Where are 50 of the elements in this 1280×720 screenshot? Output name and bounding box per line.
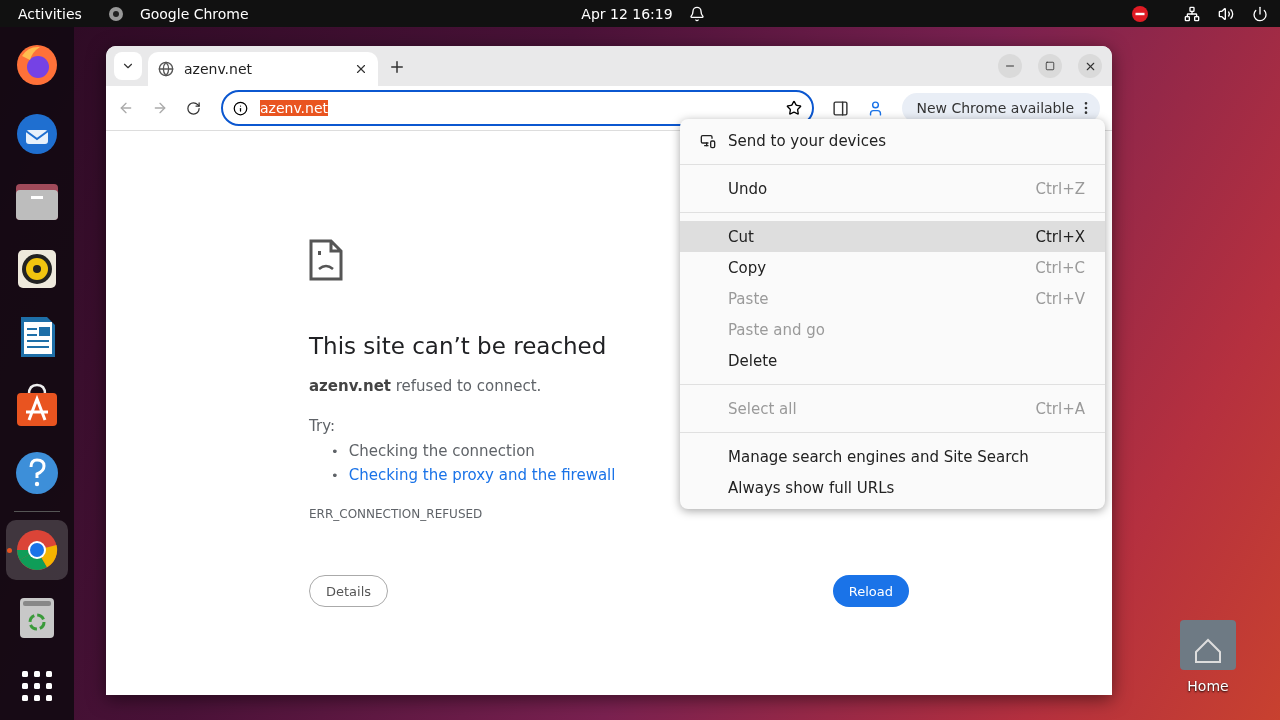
app-grid-icon xyxy=(20,669,54,703)
menu-item[interactable]: Manage search engines and Site Search xyxy=(680,441,1105,472)
devices-icon xyxy=(700,132,716,149)
info-icon xyxy=(233,100,248,116)
error-heading: This site can’t be reached xyxy=(309,333,607,359)
blocked-icon xyxy=(1132,5,1148,22)
globe-icon xyxy=(158,61,174,77)
menu-item[interactable]: Send to your devices xyxy=(680,125,1105,156)
network-icon xyxy=(1184,5,1200,22)
chrome-icon xyxy=(107,5,124,22)
side-panel-button[interactable] xyxy=(832,99,850,117)
maximize-icon xyxy=(1045,61,1055,71)
dock-item[interactable] xyxy=(6,520,68,580)
suggestion-link[interactable]: Checking the proxy and the firewall xyxy=(348,465,616,485)
error-code: ERR_CONNECTION_REFUSED xyxy=(309,507,483,521)
maximize-button[interactable] xyxy=(1038,54,1062,78)
power-icon xyxy=(1252,5,1268,22)
shopping-bag-icon xyxy=(14,382,60,428)
activities-button[interactable]: Activities xyxy=(18,5,82,22)
bell-icon xyxy=(688,5,705,22)
volume-icon xyxy=(1218,5,1234,22)
app-menu[interactable]: Google Chrome xyxy=(139,5,249,22)
menu-item[interactable]: Delete xyxy=(680,345,1105,376)
error-message: azenv.net refused to connect. xyxy=(309,377,542,395)
close-button[interactable] xyxy=(1078,54,1102,78)
chrome-icon xyxy=(14,527,60,573)
menu-item[interactable]: Copy Ctrl+C xyxy=(680,252,1105,283)
reload-button[interactable] xyxy=(186,100,201,116)
bullet: • xyxy=(331,467,339,483)
bullet: • xyxy=(331,443,339,459)
clock[interactable]: Apr 12 16:19 xyxy=(581,5,673,22)
sad-page-icon xyxy=(309,239,343,281)
address-text: azenv.net xyxy=(260,100,329,116)
home-label[interactable]: Home xyxy=(1187,678,1229,694)
help-icon xyxy=(14,450,60,496)
reload-page-button[interactable]: Reload xyxy=(832,575,909,607)
try-label: Try: xyxy=(309,417,335,435)
suggestion-text: Checking the connection xyxy=(348,441,535,461)
menu-item[interactable]: Always show full URLs xyxy=(680,472,1105,503)
home-folder-icon[interactable] xyxy=(1180,620,1236,670)
browser-tab[interactable]: azenv.net xyxy=(148,52,378,86)
tab-title: azenv.net xyxy=(184,61,254,77)
minimize-button[interactable] xyxy=(998,54,1022,78)
details-button[interactable]: Details xyxy=(309,575,389,607)
firefox-icon xyxy=(14,42,60,88)
menu-item[interactable]: Undo Ctrl+Z xyxy=(680,173,1105,204)
new-tab-button[interactable] xyxy=(388,58,406,76)
bookmark-star-icon[interactable] xyxy=(786,100,803,116)
close-tab-button[interactable] xyxy=(354,62,368,76)
menu-item[interactable]: Cut Ctrl+X xyxy=(680,221,1105,252)
